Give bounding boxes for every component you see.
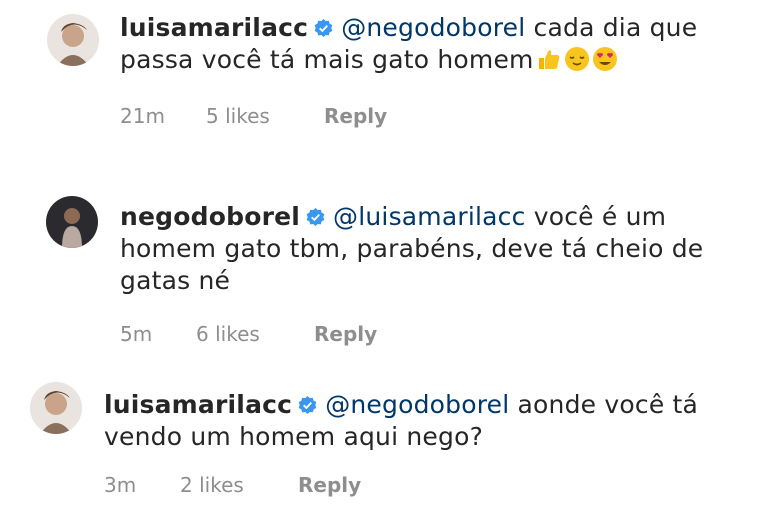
avatar[interactable]	[47, 14, 99, 66]
avatar[interactable]	[46, 196, 98, 248]
comment-body: luisamarilacc @negodoborel aonde você tá …	[104, 389, 744, 453]
heart-eyes-face-icon	[592, 47, 617, 71]
comment-meta: 3m 2 likes Reply	[104, 473, 361, 497]
reply-button[interactable]: Reply	[324, 104, 387, 128]
comment-meta: 5m 6 likes Reply	[120, 322, 377, 346]
comment-body: luisamarilacc @negodoborel cada dia que p…	[120, 12, 740, 76]
verified-badge-icon	[306, 208, 325, 227]
relieved-face-icon	[564, 47, 589, 71]
timestamp: 3m	[104, 473, 137, 497]
mention-link[interactable]: @luisamarilacc	[333, 202, 526, 231]
username-link[interactable]: luisamarilacc	[104, 390, 292, 419]
likes-count[interactable]: 2 likes	[180, 473, 298, 497]
thumbs-up-icon	[538, 50, 559, 69]
mention-link[interactable]: @negodoborel	[341, 13, 525, 42]
avatar-image	[47, 14, 99, 66]
mention-link[interactable]: @negodoborel	[325, 390, 509, 419]
comment-body: negodoborel @luisamarilacc você é um home…	[120, 201, 750, 297]
reply-button[interactable]: Reply	[298, 473, 361, 497]
likes-count[interactable]: 5 likes	[206, 104, 324, 128]
verified-badge-icon	[298, 396, 317, 415]
avatar[interactable]	[30, 382, 82, 434]
timestamp: 5m	[120, 322, 153, 346]
reply-button[interactable]: Reply	[314, 322, 377, 346]
avatar-image	[46, 196, 98, 248]
username-link[interactable]: negodoborel	[120, 202, 300, 231]
comment-meta: 21m 5 likes Reply	[120, 104, 387, 128]
avatar-image	[30, 382, 82, 434]
likes-count[interactable]: 6 likes	[196, 322, 314, 346]
timestamp: 21m	[120, 104, 165, 128]
username-link[interactable]: luisamarilacc	[120, 13, 308, 42]
verified-badge-icon	[314, 19, 333, 38]
